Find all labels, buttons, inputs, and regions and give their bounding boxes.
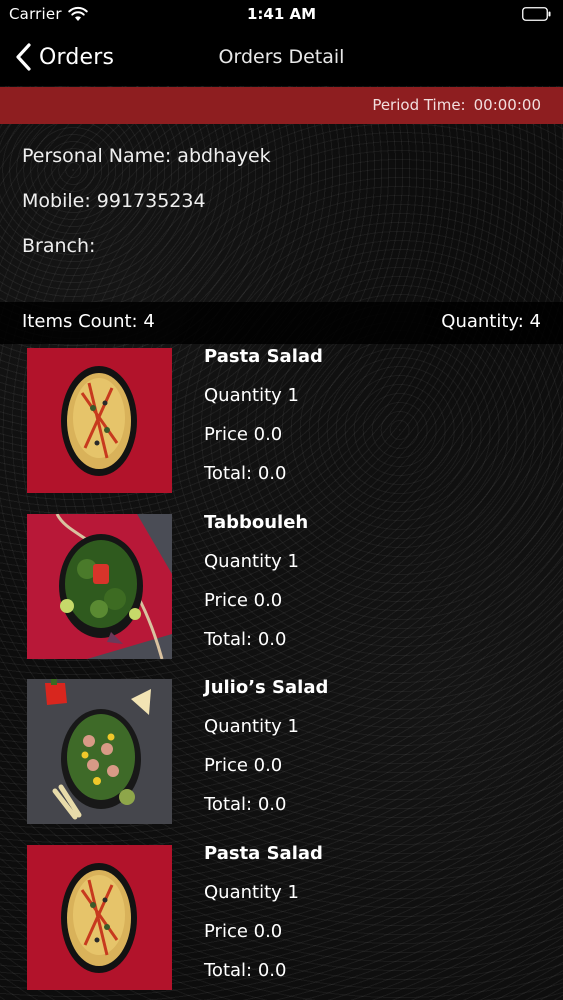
order-item[interactable]: Tabbouleh Quantity 1 Price 0.0 Total: 0.…	[0, 512, 563, 662]
item-name: Julio’s Salad	[204, 677, 329, 698]
item-quantity: Quantity 1	[204, 385, 299, 406]
order-item[interactable]: Pasta Salad Quantity 1 Price 0.0 Total: …	[0, 346, 563, 496]
item-price: Price 0.0	[204, 424, 283, 445]
personal-name: Personal Name: abdhayek	[22, 145, 271, 167]
item-price: Price 0.0	[204, 755, 283, 776]
item-quantity: Quantity 1	[204, 716, 299, 737]
item-total: Total: 0.0	[204, 629, 287, 650]
period-time-bar: Period Time: 00:00:00	[0, 87, 563, 124]
order-summary-bar: Items Count: 4 Quantity: 4	[0, 302, 563, 344]
julios-salad-photo	[27, 679, 172, 824]
navigation-bar: Orders Orders Detail	[0, 30, 563, 86]
item-quantity: Quantity 1	[204, 882, 299, 903]
items-count: Items Count: 4	[22, 311, 155, 332]
item-price: Price 0.0	[204, 590, 283, 611]
branch: Branch:	[22, 235, 96, 257]
item-name: Tabbouleh	[204, 512, 309, 533]
pasta-salad-photo	[27, 348, 172, 493]
order-item[interactable]: Julio’s Salad Quantity 1 Price 0.0 Total…	[0, 677, 563, 827]
quantity-total: Quantity: 4	[441, 311, 541, 332]
item-total: Total: 0.0	[204, 463, 287, 484]
item-quantity: Quantity 1	[204, 551, 299, 572]
period-time-value: 00:00:00	[473, 96, 541, 114]
item-price: Price 0.0	[204, 921, 283, 942]
item-total: Total: 0.0	[204, 960, 287, 981]
order-item[interactable]: Pasta Salad Quantity 1 Price 0.0 Total: …	[0, 843, 563, 993]
item-name: Pasta Salad	[204, 346, 323, 367]
pasta-salad-photo	[27, 845, 172, 990]
period-time: Period Time: 00:00:00	[372, 96, 541, 114]
status-bar: Carrier 1:41 AM	[0, 0, 563, 30]
item-total: Total: 0.0	[204, 794, 287, 815]
item-name: Pasta Salad	[204, 843, 323, 864]
mobile-number: Mobile: 991735234	[22, 190, 206, 212]
status-time: 1:41 AM	[246, 5, 317, 23]
battery-icon	[522, 7, 551, 21]
page-title: Orders Detail	[218, 46, 345, 68]
period-time-label: Period Time:	[372, 96, 466, 114]
tabbouleh-photo	[27, 514, 172, 659]
